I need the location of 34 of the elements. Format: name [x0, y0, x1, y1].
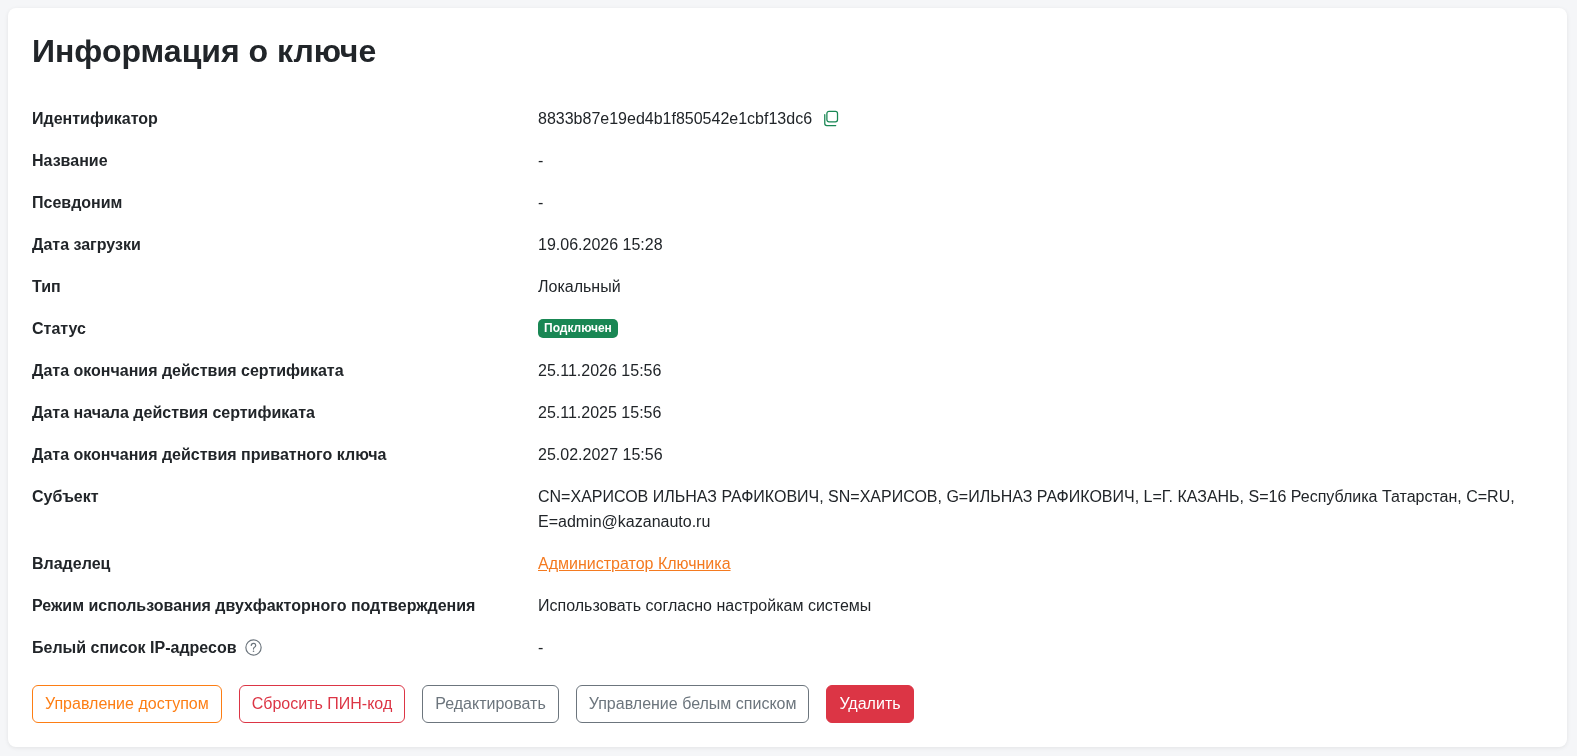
field-label: Владелец — [32, 553, 111, 574]
field-label: Тип — [32, 276, 61, 297]
identifier-value: 8833b87e19ed4b1f850542e1cbf13dc6 — [538, 108, 813, 129]
field-value: - — [538, 192, 544, 213]
field-value: 25.11.2026 15:56 — [538, 360, 662, 381]
field-value: CN=ХАРИСОВ ИЛЬНАЗ РАФИКОВИЧ, SN=ХАРИСОВ, G=ИЛЬНАЗ РАФИКОВИЧ, L=Г. КАЗАНЬ, S=16 Республика Татарстан, C=RU, E=admin@kazanauto.ru — [538, 486, 1516, 532]
action-button[interactable]: Удалить — [826, 685, 914, 723]
field-label: Режим использования двухфакторного подтверждения — [32, 595, 476, 616]
field-value: 25.02.2027 15:56 — [538, 444, 663, 465]
field-label: Псевдоним — [32, 192, 123, 213]
field-label: Дата окончания действия сертификата — [32, 360, 344, 381]
action-button[interactable]: Управление белым списком — [575, 685, 810, 723]
action-button[interactable]: Редактировать — [422, 685, 559, 723]
field-value: - — [538, 637, 544, 658]
help-icon[interactable] — [244, 638, 262, 656]
field-label: Дата окончания действия приватного ключа — [32, 444, 387, 465]
copy-icon[interactable] — [822, 109, 840, 127]
field-label: Дата начала действия сертификата — [32, 402, 315, 423]
owner-link[interactable]: Администратор Ключника — [538, 550, 731, 576]
action-button[interactable]: Управление доступом — [32, 685, 222, 723]
field-value: Использовать согласно настройкам системы — [538, 595, 872, 616]
field-label: Название — [32, 150, 108, 171]
field-value: 25.11.2025 15:56 — [538, 402, 662, 423]
field-label: Белый список IP-адресов — [32, 637, 237, 658]
field-label: Статус — [32, 318, 86, 339]
page-title: Информация о ключе — [32, 32, 378, 70]
field-label: Субъект — [32, 486, 99, 507]
field-label: Дата загрузки — [32, 234, 141, 255]
field-value: Локальный — [538, 276, 621, 297]
field-label: Идентификатор — [32, 108, 158, 129]
field-value: - — [538, 150, 544, 171]
action-button[interactable]: Сбросить ПИН-код — [238, 685, 406, 723]
status-badge: Подключен — [538, 318, 618, 338]
field-value: 19.06.2026 15:28 — [538, 234, 663, 255]
